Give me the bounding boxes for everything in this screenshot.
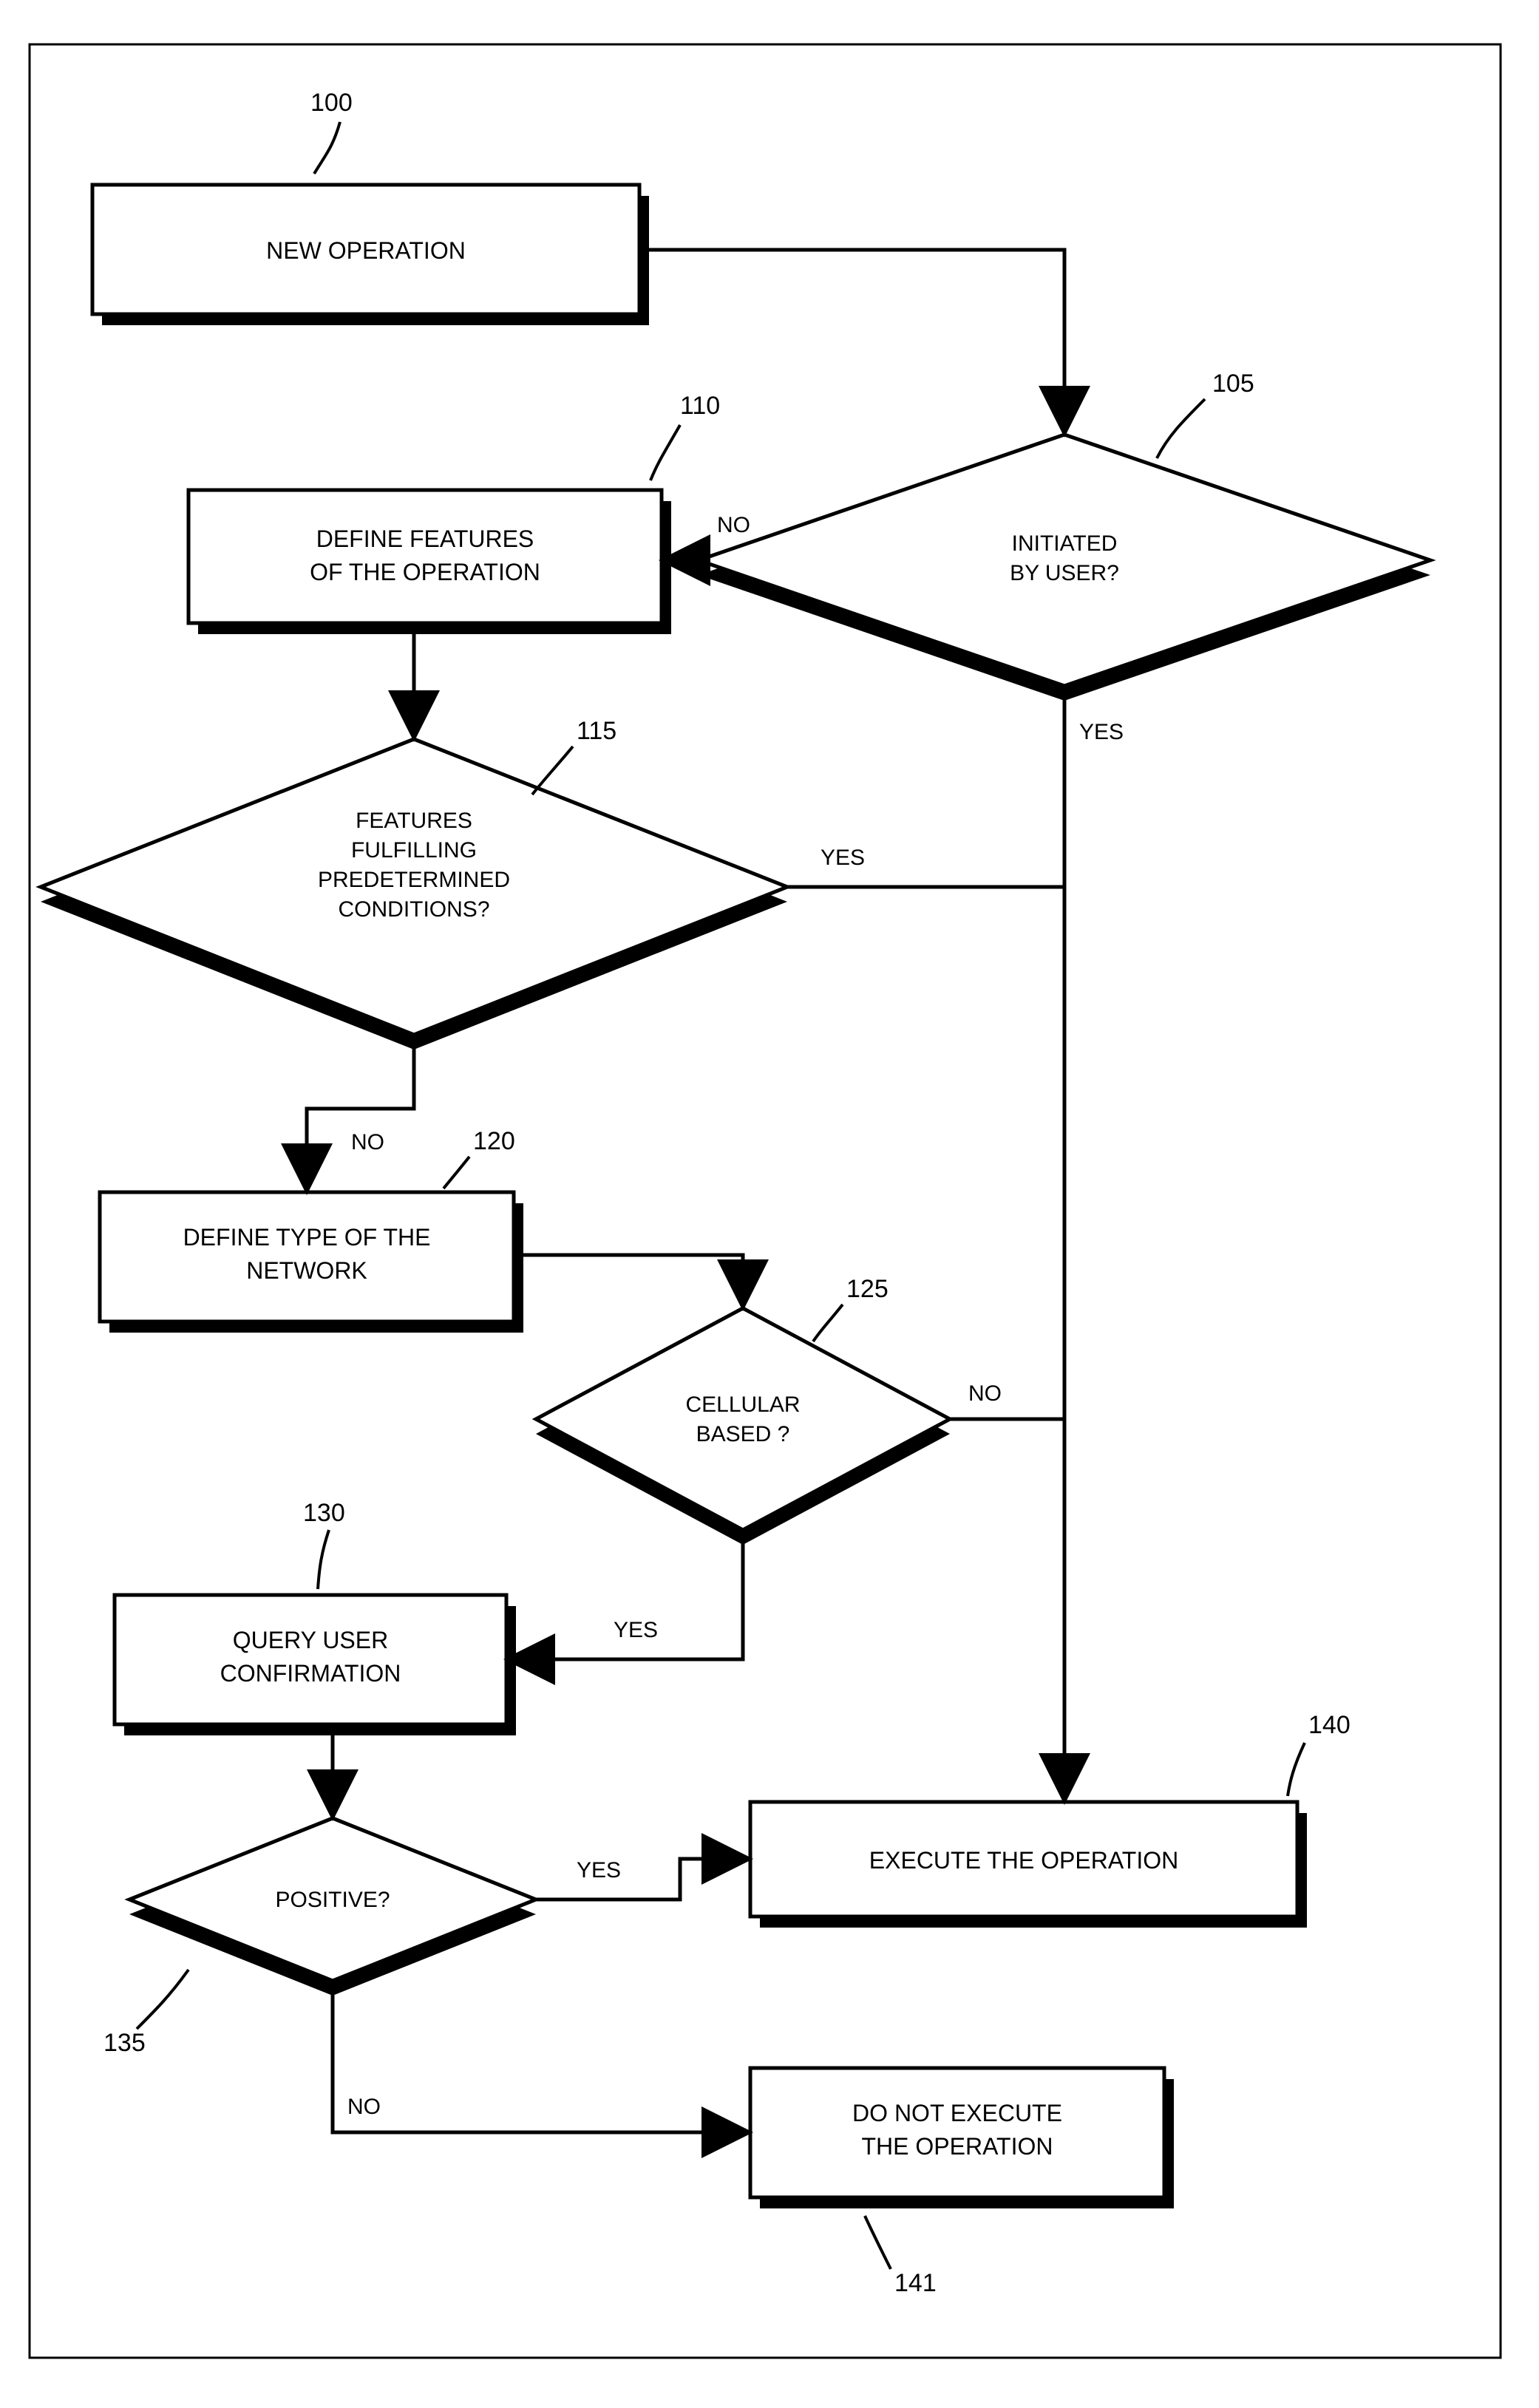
node-105-line2: BY USER? — [1010, 561, 1119, 585]
node-125-line1: CELLULAR — [685, 1392, 800, 1417]
node-120-line1: DEFINE TYPE OF THE — [183, 1224, 431, 1251]
ref-100-text: 100 — [310, 89, 353, 117]
ref-105: 105 — [1157, 370, 1254, 458]
node-execute-operation: EXECUTE THE OPERATION — [750, 1802, 1307, 1928]
ref-120-text: 120 — [473, 1127, 515, 1155]
ref-125-text: 125 — [846, 1275, 889, 1303]
node-define-features: DEFINE FEATURES OF THE OPERATION — [188, 490, 671, 634]
edge-115-no-label: NO — [351, 1130, 384, 1154]
node-new-operation: NEW OPERATION — [92, 185, 649, 325]
ref-135: 135 — [103, 1970, 188, 2057]
ref-110: 110 — [650, 392, 720, 480]
node-115-line1: FEATURES — [356, 809, 472, 833]
node-105-line1: INITIATED — [1012, 531, 1118, 556]
node-100-line1: NEW OPERATION — [266, 237, 466, 264]
ref-135-text: 135 — [103, 2029, 146, 2057]
node-query-user-confirmation: QUERY USER CONFIRMATION — [115, 1595, 516, 1735]
ref-120: 120 — [444, 1127, 515, 1188]
ref-130-text: 130 — [303, 1499, 345, 1527]
node-135-line1: POSITIVE? — [275, 1888, 390, 1912]
ref-110-text: 110 — [680, 392, 720, 420]
node-141-line1: DO NOT EXECUTE — [852, 2100, 1062, 2126]
ref-125: 125 — [813, 1275, 889, 1341]
node-110-line2: OF THE OPERATION — [310, 559, 540, 585]
node-115-line2: FULFILLING — [351, 838, 477, 863]
flowchart-canvas: NEW OPERATION 100 INITIATED BY USER? 105… — [0, 0, 1539, 2408]
node-positive: POSITIVE? — [129, 1818, 536, 1996]
node-features-conditions: FEATURES FULFILLING PREDETERMINED CONDIT… — [41, 739, 787, 1050]
node-130-line2: CONFIRMATION — [220, 1660, 401, 1687]
ref-140: 140 — [1288, 1711, 1351, 1796]
ref-115: 115 — [532, 717, 616, 795]
node-125-line2: BASED ? — [696, 1422, 790, 1446]
node-define-type-network: DEFINE TYPE OF THE NETWORK — [100, 1192, 523, 1333]
ref-130: 130 — [303, 1499, 345, 1589]
ref-141: 141 — [865, 2216, 937, 2297]
ref-141-text: 141 — [894, 2269, 937, 2297]
node-140-line1: EXECUTE THE OPERATION — [869, 1847, 1178, 1874]
node-141-line2: THE OPERATION — [862, 2133, 1053, 2160]
node-initiated-by-user: INITIATED BY USER? — [699, 435, 1430, 701]
ref-100: 100 — [310, 89, 353, 174]
node-115-line4: CONDITIONS? — [338, 897, 489, 922]
edge-125-yes-label: YES — [614, 1618, 658, 1642]
edge-105-yes-label: YES — [1079, 720, 1124, 744]
ref-105-text: 105 — [1212, 370, 1254, 398]
edge-135-yes-to-140 — [536, 1859, 748, 1899]
ref-115-text: 115 — [577, 717, 616, 745]
edge-135-no-to-141 — [333, 1981, 748, 2132]
node-cellular-based: CELLULAR BASED ? — [536, 1308, 950, 1545]
node-120-line2: NETWORK — [246, 1257, 367, 1284]
edge-115-yes-label: YES — [821, 846, 865, 870]
node-110-line1: DEFINE FEATURES — [316, 526, 534, 552]
edge-125-no-label: NO — [968, 1381, 1002, 1406]
edge-120-to-125 — [514, 1255, 743, 1306]
edge-105-no-label: NO — [717, 513, 750, 537]
edge-115-no-to-120 — [307, 1035, 414, 1190]
node-130-line1: QUERY USER — [233, 1627, 388, 1653]
node-115-line3: PREDETERMINED — [318, 868, 510, 892]
node-do-not-execute: DO NOT EXECUTE THE OPERATION — [750, 2068, 1174, 2208]
ref-140-text: 140 — [1308, 1711, 1351, 1739]
edge-135-no-label: NO — [347, 2095, 381, 2119]
edge-135-yes-label: YES — [577, 1858, 621, 1882]
